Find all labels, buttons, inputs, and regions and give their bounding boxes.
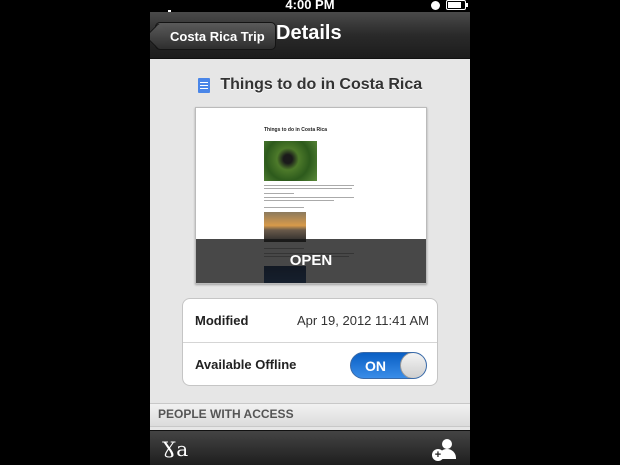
bottom-toolbar: Ɣa + xyxy=(150,430,470,465)
navigation-bar: Costa Rica Trip Details xyxy=(150,12,470,59)
offline-toggle-label: ON xyxy=(365,358,386,374)
status-bar: 4:00 PM xyxy=(150,0,470,19)
open-button[interactable]: OPEN xyxy=(196,239,426,283)
preview-image-sunset xyxy=(264,212,306,242)
offline-label: Available Offline xyxy=(195,357,297,372)
preview-image-monkey xyxy=(264,141,317,181)
section-title: PEOPLE WITH ACCESS xyxy=(158,407,294,421)
document-title: Things to do in Costa Rica xyxy=(220,76,423,93)
offline-row: Available Offline ON xyxy=(183,343,437,386)
offline-toggle[interactable]: ON xyxy=(350,352,427,379)
toggle-knob xyxy=(400,353,426,378)
people-section-header: PEOPLE WITH ACCESS xyxy=(150,403,470,427)
back-button[interactable]: Costa Rica Trip xyxy=(155,22,276,50)
preview-title: Things to do in Costa Rica xyxy=(264,127,328,133)
document-title-row: Things to do in Costa Rica xyxy=(150,76,470,94)
document-preview[interactable]: Things to do in Costa Rica OPEN xyxy=(195,107,427,284)
translate-icon[interactable]: Ɣa xyxy=(162,437,188,461)
page-title: Details xyxy=(276,22,342,44)
add-person-icon[interactable]: + xyxy=(432,437,460,463)
phone-screen: 4:00 PM Costa Rica Trip Details Things t… xyxy=(150,0,470,465)
status-time: 4:00 PM xyxy=(285,0,335,12)
modified-row: Modified Apr 19, 2012 11:41 AM xyxy=(183,299,437,343)
details-card: Modified Apr 19, 2012 11:41 AM Available… xyxy=(182,298,438,386)
battery-icon xyxy=(446,0,468,10)
modified-value: Apr 19, 2012 11:41 AM xyxy=(296,313,429,328)
doc-icon xyxy=(197,77,210,93)
orientation-lock-icon xyxy=(431,0,440,10)
modified-label: Modified xyxy=(195,313,249,328)
back-button-label: Costa Rica Trip xyxy=(170,29,265,44)
